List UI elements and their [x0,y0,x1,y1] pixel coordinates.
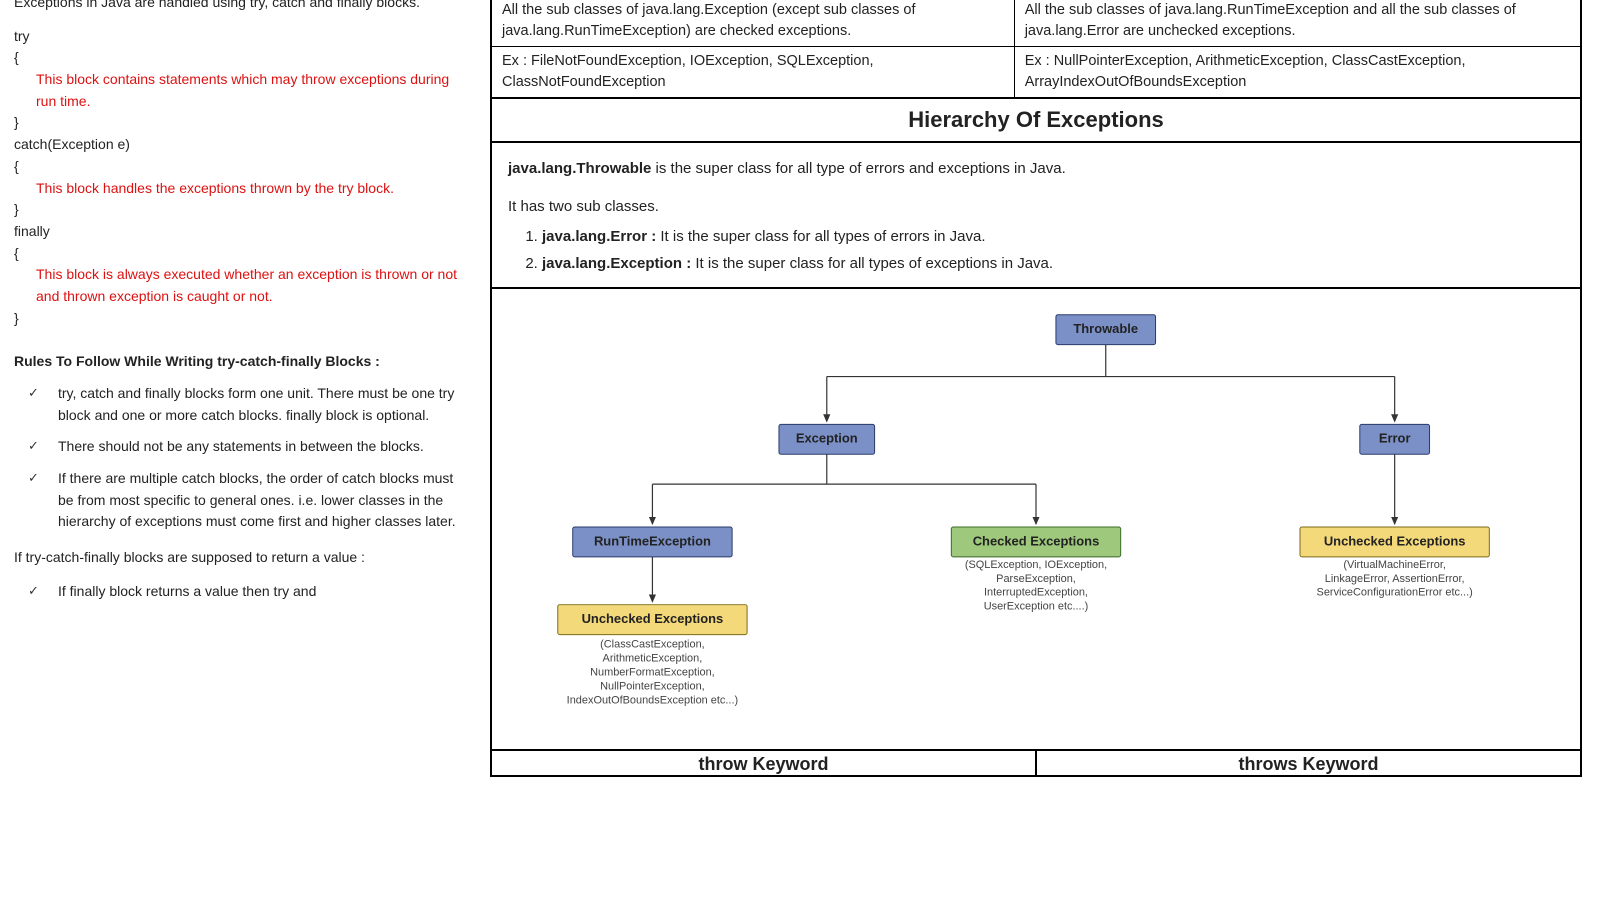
svg-text:InterruptedException,: InterruptedException, [984,587,1088,599]
brace: } [14,112,470,134]
hierarchy-svg: Throwable Exception Error [498,303,1574,739]
left-column: Exceptions in Java are handled using try… [14,0,476,900]
node-exception: Exception [779,424,875,454]
table-cell: Ex : FileNotFoundException, IOException,… [491,47,1014,99]
svg-text:ServiceConfigurationError etc.: ServiceConfigurationError etc...) [1317,587,1473,599]
hierarchy-title: Hierarchy Of Exceptions [490,99,1582,143]
svg-text:LinkageError, AssertionError,: LinkageError, AssertionError, [1325,573,1465,585]
throw-keyword-heading: throw Keyword [492,751,1037,775]
node-unchecked-runtime: Unchecked Exceptions [558,605,747,635]
node-checked: Checked Exceptions [951,527,1120,557]
try-comment: This block contains statements which may… [14,69,470,112]
svg-text:NumberFormatException,: NumberFormatException, [590,666,715,678]
node-runtime: RunTimeException [573,527,732,557]
svg-text:Exception: Exception [796,431,858,446]
node-throwable: Throwable [1056,315,1156,345]
brace: { [14,243,470,265]
exception-rest: It is the super class for all types of e… [691,255,1053,272]
subclasses-line: It has two sub classes. [508,195,1564,219]
brace: } [14,308,470,330]
exception-types-table: All the sub classes of java.lang.Excepti… [490,0,1582,99]
svg-text:Checked Exceptions: Checked Exceptions [973,533,1100,548]
ann-unchecked-runtime: (ClassCastException, ArithmeticException… [567,639,738,707]
right-column: All the sub classes of java.lang.Excepti… [490,0,1582,900]
rule-item: If finally block returns a value then tr… [24,581,470,603]
rules-heading: Rules To Follow While Writing try-catch-… [14,351,470,373]
node-error: Error [1360,424,1430,454]
svg-text:(SQLException, IOException,: (SQLException, IOException, [965,559,1107,571]
svg-text:Throwable: Throwable [1073,321,1138,336]
document-page: Exceptions in Java are handled using try… [0,0,1600,900]
table-cell: Ex : NullPointerException, ArithmeticExc… [1014,47,1581,99]
finally-keyword: finally [14,221,470,243]
error-bold: java.lang.Error : [542,228,656,245]
svg-text:(VirtualMachineError,: (VirtualMachineError, [1343,559,1446,571]
svg-text:(ClassCastException,: (ClassCastException, [600,639,705,651]
rules-list: try, catch and finally blocks form one u… [24,383,470,533]
brace: { [14,156,470,178]
finally-comment: This block is always executed whether an… [14,264,470,307]
throws-keyword-heading: throws Keyword [1037,751,1580,775]
table-cell: All the sub classes of java.lang.RunTime… [1014,0,1581,47]
try-catch-code: try { This block contains statements whi… [14,26,470,330]
brace: { [14,47,470,69]
rule-item: If there are multiple catch blocks, the … [24,468,470,533]
hierarchy-text: java.lang.Throwable is the super class f… [490,143,1582,289]
throwable-rest: is the super class for all type of error… [651,160,1065,177]
svg-text:ParseException,: ParseException, [996,573,1076,585]
svg-text:Unchecked Exceptions: Unchecked Exceptions [1324,533,1466,548]
svg-text:ArithmeticException,: ArithmeticException, [603,653,703,665]
catch-comment: This block handles the exceptions thrown… [14,178,470,200]
return-rules-list: If finally block returns a value then tr… [24,581,470,603]
keywords-row: throw Keyword throws Keyword [490,751,1582,777]
hierarchy-diagram: Throwable Exception Error [490,289,1582,751]
ann-checked: (SQLException, IOException, ParseExcepti… [965,559,1107,613]
brace: } [14,199,470,221]
svg-text:Error: Error [1379,431,1411,446]
rule-item: There should not be any statements in be… [24,436,470,458]
node-unchecked-error: Unchecked Exceptions [1300,527,1489,557]
svg-text:IndexOutOfBoundsException etc.: IndexOutOfBoundsException etc...) [567,694,738,706]
table-cell: All the sub classes of java.lang.Excepti… [491,0,1014,47]
error-rest: It is the super class for all types of e… [656,228,985,245]
exception-bold: java.lang.Exception : [542,255,691,272]
ann-unchecked-error: (VirtualMachineError, LinkageError, Asse… [1317,559,1473,599]
rule-item: try, catch and finally blocks form one u… [24,383,470,426]
svg-text:RunTimeException: RunTimeException [594,533,711,548]
intro-text: Exceptions in Java are handled using try… [14,0,470,14]
return-intro: If try-catch-finally blocks are supposed… [14,547,470,569]
svg-text:NullPointerException,: NullPointerException, [600,680,705,692]
throwable-bold: java.lang.Throwable [508,160,651,177]
catch-keyword: catch(Exception e) [14,134,470,156]
try-keyword: try [14,26,470,48]
svg-text:Unchecked Exceptions: Unchecked Exceptions [582,611,724,626]
svg-text:UserException etc....): UserException etc....) [984,601,1089,613]
